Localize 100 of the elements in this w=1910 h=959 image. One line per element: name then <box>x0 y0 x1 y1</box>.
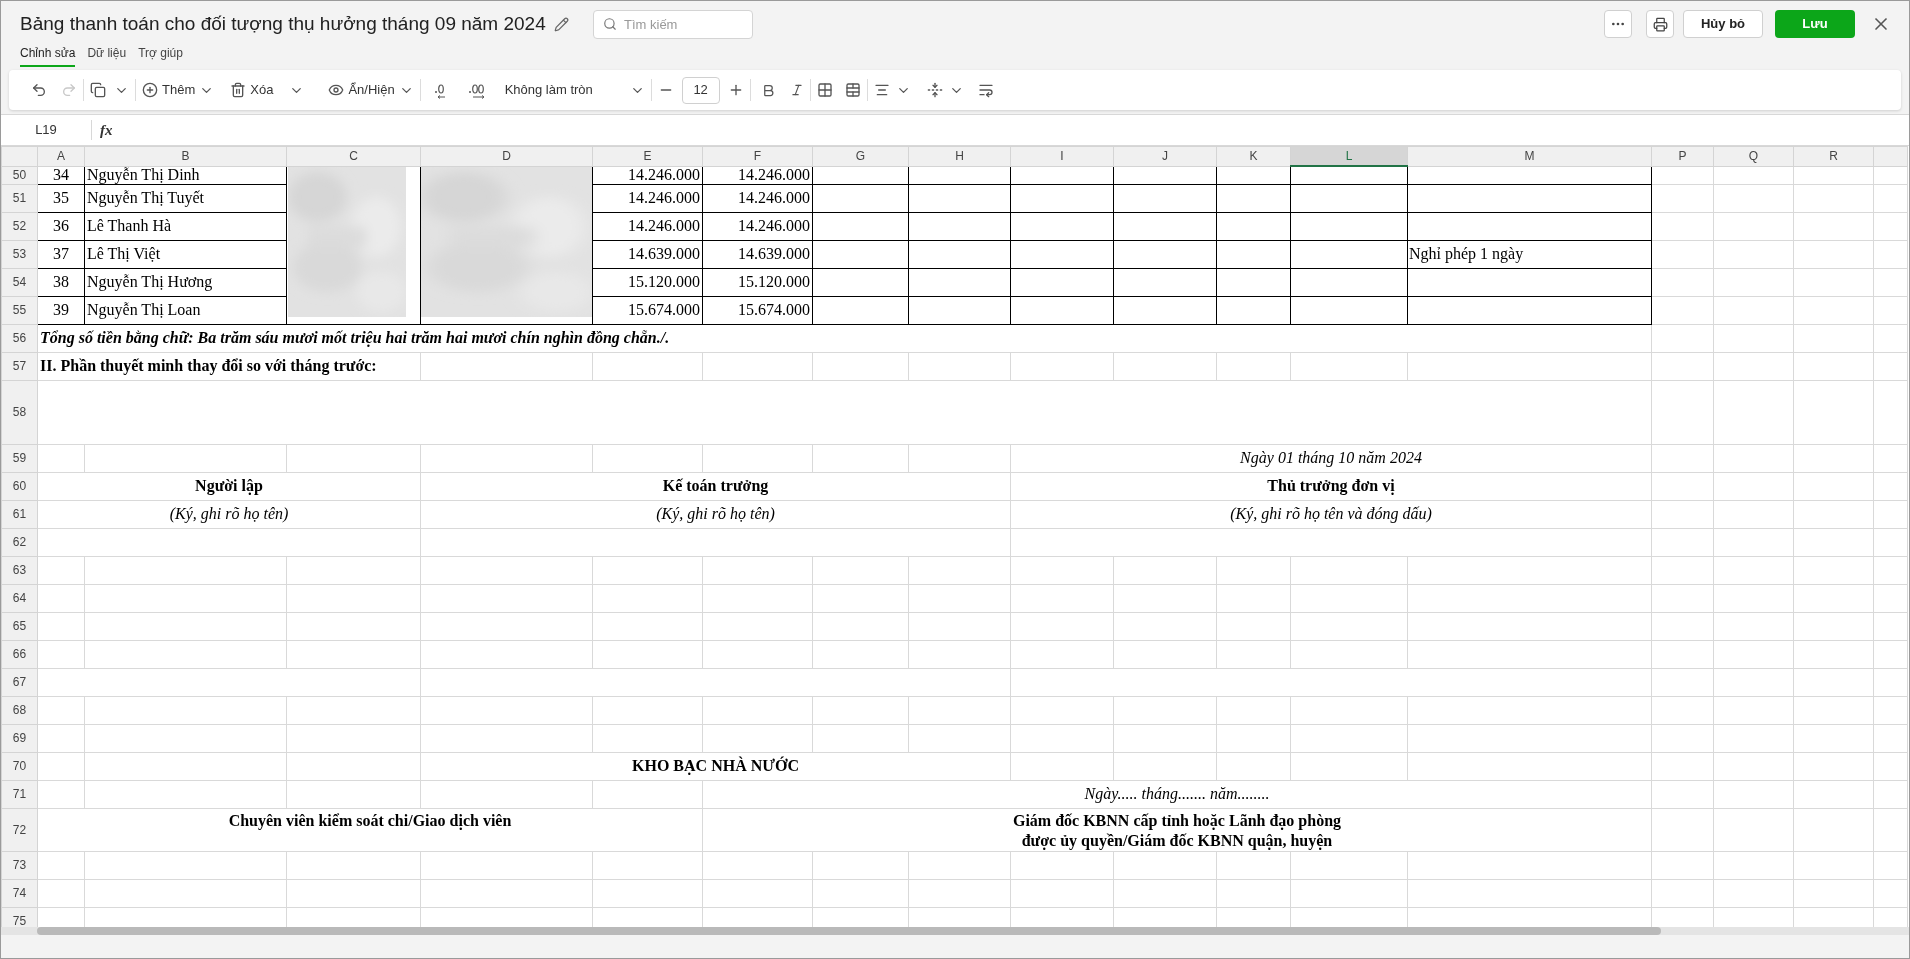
column-header[interactable]: R <box>1793 146 1874 166</box>
row-number[interactable]: 61 <box>1 500 38 528</box>
row-number[interactable]: 63 <box>1 556 38 584</box>
row-number[interactable]: 65 <box>1 612 38 640</box>
row-number[interactable]: 75 <box>1 907 38 927</box>
borders-icon[interactable] <box>816 82 833 98</box>
signer-title: Giám đốc KBNN cấp tỉnh hoặc Lãnh đạo phòng được ủy quyền/Giám đốc KBNN quận, huyện <box>702 808 1652 851</box>
column-header[interactable]: C <box>286 146 421 166</box>
amount-cell: 15.674.000 <box>702 296 813 324</box>
column-header[interactable]: J <box>1113 146 1217 166</box>
row-number[interactable]: 73 <box>1 851 38 879</box>
total-in-words: Tổng số tiền bằng chữ: Ba trăm sáu mươi mốt triệu hai trăm hai mươi chín nghìn đồng chẵn./. <box>37 324 1652 352</box>
row-number[interactable]: 70 <box>1 752 38 780</box>
vertical-align-icon[interactable] <box>926 82 943 98</box>
organization-title: KHO BẠC NHÀ NƯỚC <box>420 752 1011 780</box>
index-cell: 35 <box>37 184 85 212</box>
column-header[interactable]: L <box>1290 146 1408 166</box>
row-number[interactable]: 57 <box>1 352 38 380</box>
row-number[interactable]: 52 <box>1 212 38 240</box>
section-heading: II. Phần thuyết minh thay đổi so với tháng trước: <box>37 352 421 380</box>
signature-hint: (Ký, ghi rõ họ tên) <box>37 500 421 528</box>
row-number[interactable]: 58 <box>1 380 38 444</box>
column-header[interactable]: I <box>1010 146 1114 166</box>
cancel-button[interactable]: Hủy bỏ <box>1683 10 1763 38</box>
menu-tab[interactable]: Chỉnh sửa <box>20 44 76 67</box>
signature-hint: (Ký, ghi rõ họ tên) <box>420 500 1011 528</box>
row-number[interactable]: 72 <box>1 808 38 851</box>
row-number[interactable]: 67 <box>1 668 38 696</box>
column-header[interactable]: D <box>420 146 593 166</box>
amount-cell: 14.246.000 <box>592 166 703 184</box>
copy-icon[interactable] <box>90 82 106 98</box>
amount-cell: 14.639.000 <box>592 240 703 268</box>
increase-decimal-icon[interactable] <box>466 81 487 99</box>
row-number[interactable]: 69 <box>1 724 38 752</box>
row-number[interactable]: 59 <box>1 444 38 472</box>
document-title: Bảng thanh toán cho đối tượng thụ hưởng tháng 09 năm 2024 <box>20 11 546 36</box>
wrap-text-icon[interactable] <box>977 82 994 98</box>
show-hide-button[interactable]: Ẩn/Hiện <box>328 80 414 100</box>
column-header[interactable]: A <box>37 146 85 166</box>
column-header[interactable]: H <box>908 146 1011 166</box>
amount-cell: 15.674.000 <box>592 296 703 324</box>
search-field[interactable]: Tìm kiếm <box>593 9 753 39</box>
plus-circle-icon <box>142 82 158 98</box>
trash-icon <box>230 82 247 98</box>
index-cell: 34 <box>37 166 85 184</box>
cell-reference: L19 <box>35 121 57 140</box>
row-number[interactable]: 54 <box>1 268 38 296</box>
amount-cell: 14.246.000 <box>702 184 813 212</box>
align-icon[interactable] <box>873 82 890 98</box>
index-cell: 39 <box>37 296 85 324</box>
date-text: Ngày 01 tháng 10 năm 2024 <box>1010 444 1652 472</box>
row-number[interactable]: 60 <box>1 472 38 500</box>
row-number[interactable]: 71 <box>1 780 38 808</box>
index-cell: 37 <box>37 240 85 268</box>
printer-icon <box>1652 16 1668 32</box>
add-button[interactable]: Thêm <box>142 80 215 100</box>
formula-label: fx <box>100 120 113 140</box>
row-number[interactable]: 56 <box>1 324 38 352</box>
column-header[interactable]: M <box>1407 146 1652 166</box>
row-number[interactable]: 68 <box>1 696 38 724</box>
font-size-field[interactable]: 12 <box>681 76 720 104</box>
row-number[interactable]: 53 <box>1 240 38 268</box>
row-number[interactable]: 62 <box>1 528 38 556</box>
name-cell: Nguyễn Thị Dinh <box>84 166 287 184</box>
row-number[interactable]: 64 <box>1 584 38 612</box>
row-number[interactable]: 55 <box>1 296 38 324</box>
signer-title: Chuyên viên kiểm soát chi/Giao dịch viên <box>37 808 703 851</box>
print-button[interactable] <box>1646 10 1674 38</box>
edit-icon[interactable] <box>553 16 569 32</box>
signer-title: Kế toán trưởng <box>420 472 1011 500</box>
search-icon <box>603 16 617 31</box>
signer-title: Người lập <box>37 472 421 500</box>
amount-cell: 14.246.000 <box>702 212 813 240</box>
signer-title: Thủ trưởng đơn vị <box>1010 472 1652 500</box>
amount-cell: 14.246.000 <box>592 212 703 240</box>
amount-cell: 15.120.000 <box>592 268 703 296</box>
menu-tab[interactable]: Dữ liệu <box>87 44 127 67</box>
row-number[interactable]: 51 <box>1 184 38 212</box>
horizontal-scrollbar[interactable] <box>1 927 1909 935</box>
menu-tab[interactable]: Trợ giúp <box>138 44 183 67</box>
amount-cell: 14.246.000 <box>592 184 703 212</box>
row-number[interactable]: 74 <box>1 879 38 907</box>
column-header[interactable]: G <box>812 146 909 166</box>
column-header[interactable]: B <box>84 146 287 166</box>
column-header[interactable]: K <box>1216 146 1291 166</box>
column-header[interactable]: F <box>702 146 813 166</box>
amount-cell: 15.120.000 <box>702 268 813 296</box>
note-cell: Nghỉ phép 1 ngày <box>1407 240 1652 268</box>
index-cell: 36 <box>37 212 85 240</box>
italic-icon[interactable] <box>789 83 804 97</box>
delete-button[interactable]: Xóa <box>230 80 274 100</box>
merge-cells-icon[interactable] <box>844 82 861 98</box>
column-header[interactable]: Q <box>1713 146 1794 166</box>
undo-icon[interactable] <box>31 82 47 98</box>
index-cell: 38 <box>37 268 85 296</box>
signature-hint: (Ký, ghi rõ họ tên và đóng dấu) <box>1010 500 1652 528</box>
rounding-dropdown[interactable]: Không làm tròn <box>504 80 645 100</box>
column-header[interactable]: P <box>1651 146 1714 166</box>
row-number[interactable]: 66 <box>1 640 38 668</box>
column-header[interactable]: E <box>592 146 703 166</box>
